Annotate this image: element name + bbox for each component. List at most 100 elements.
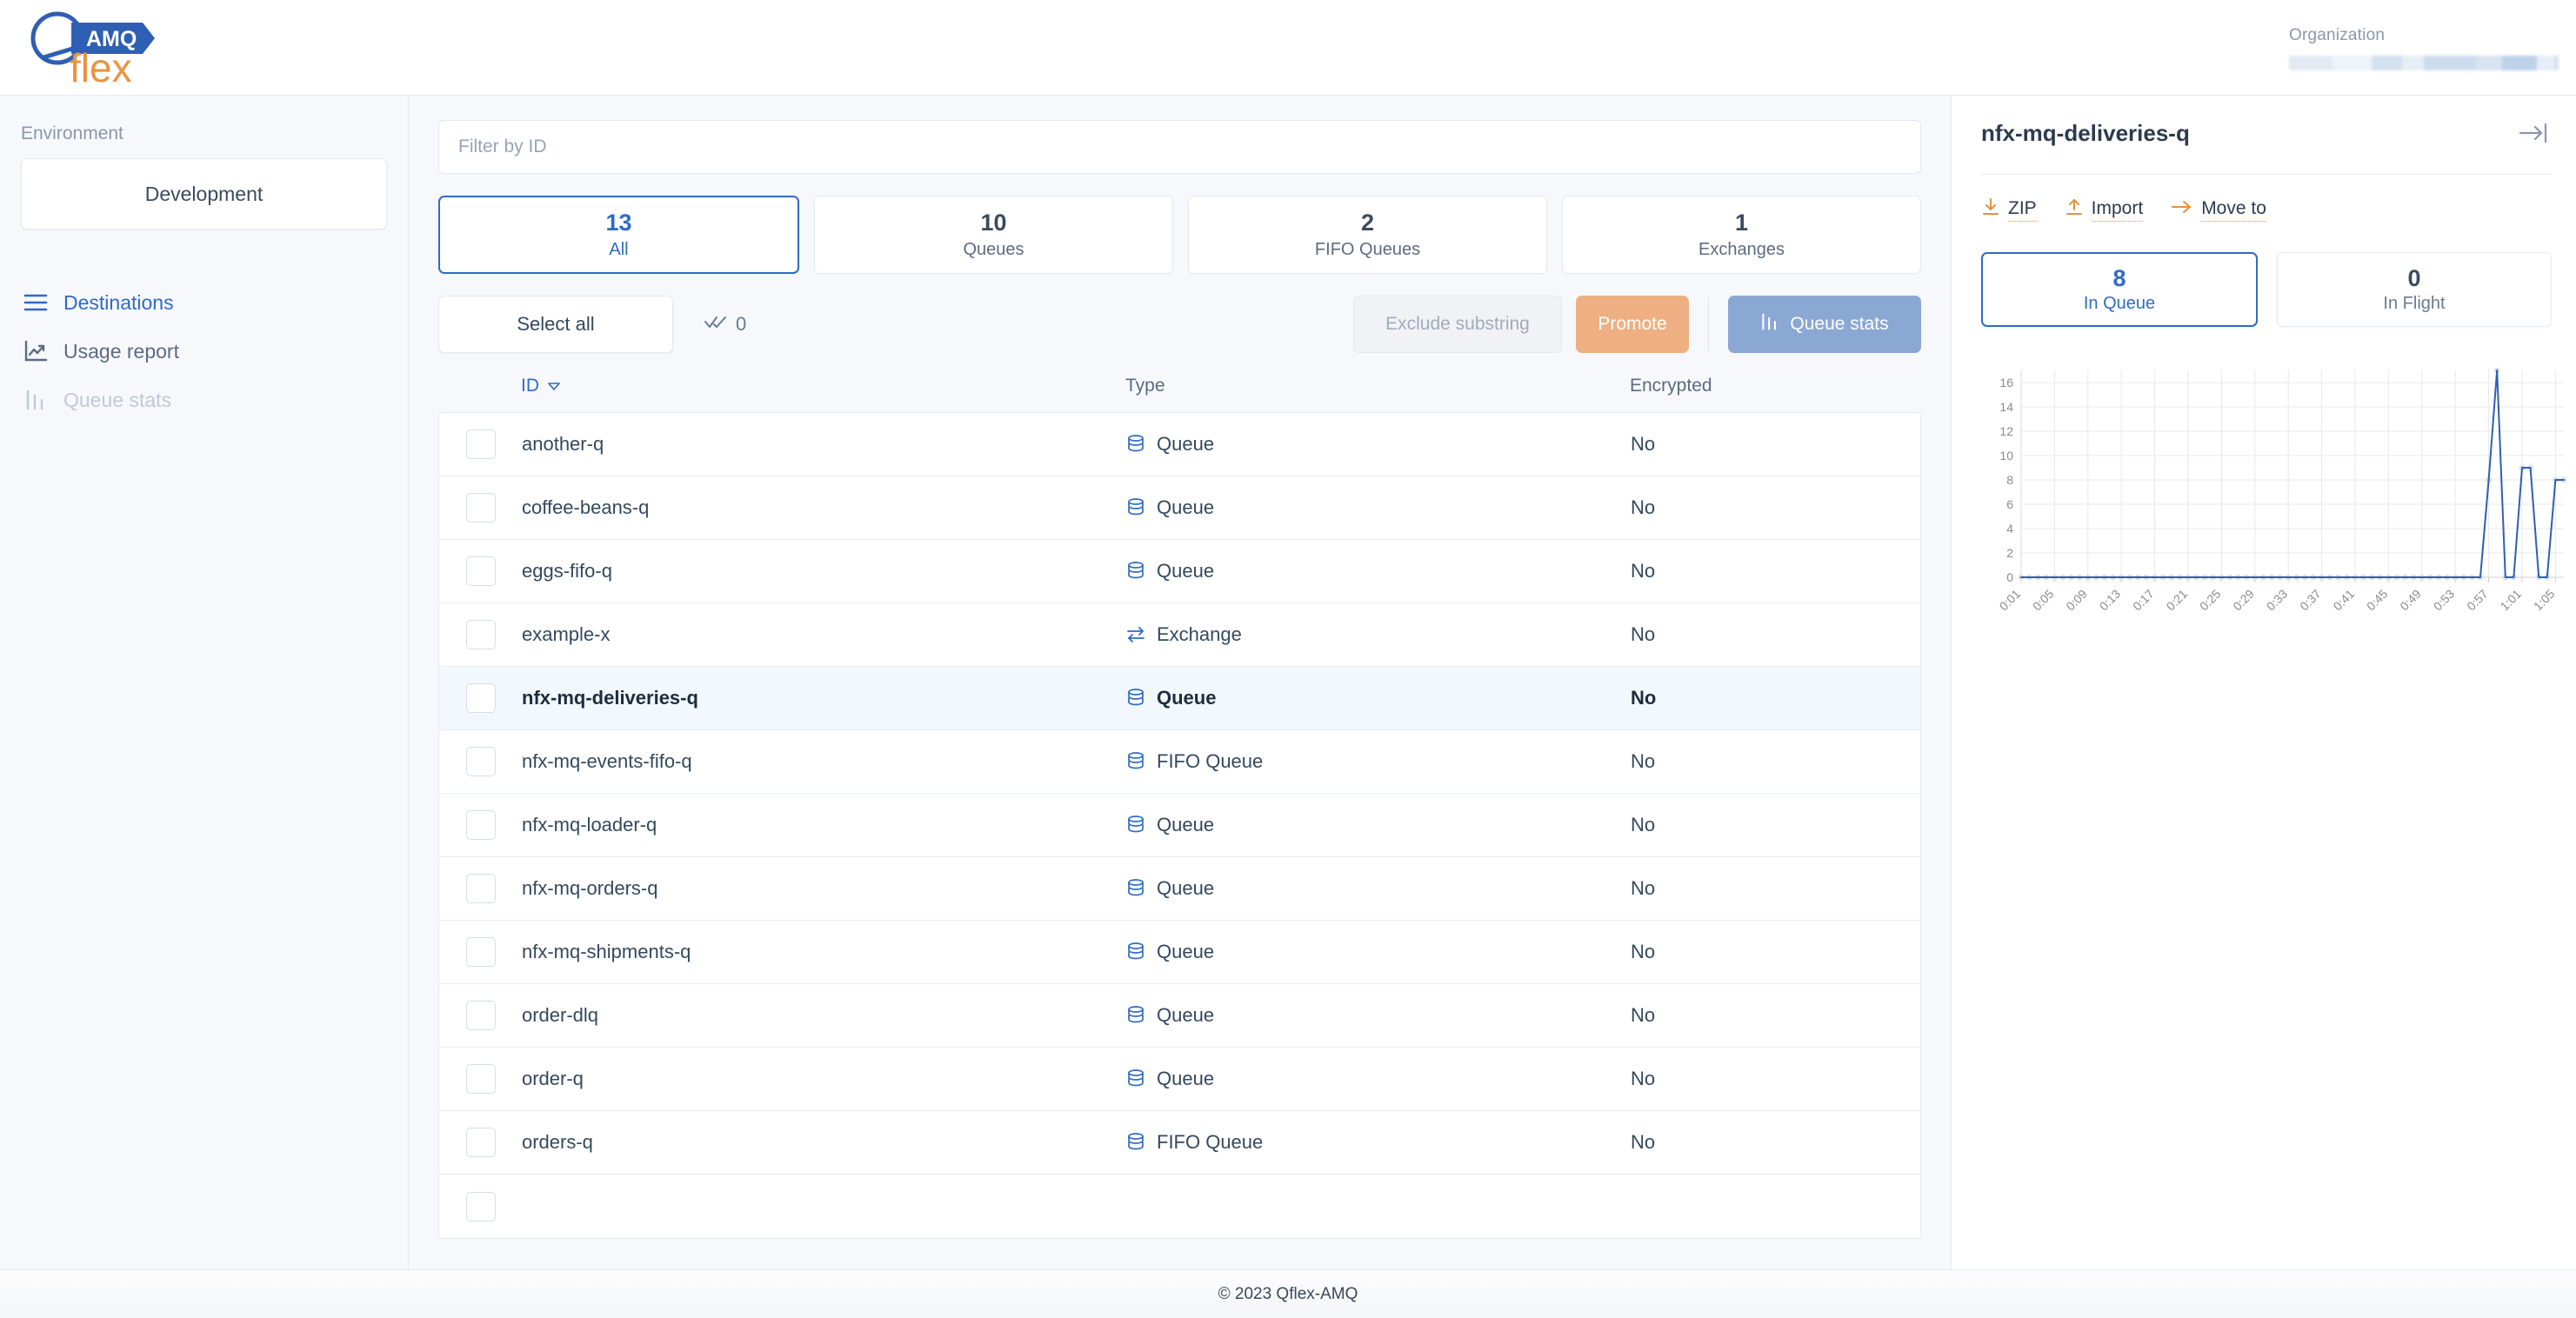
stat-cards: 13 All 10 Queues 2 FIFO Queues 1 Exchang… [438,196,1921,274]
table-row[interactable]: orders-q FIFO Queue No [439,1111,1920,1175]
queue-stats-button[interactable]: Queue stats [1728,296,1921,353]
chart-svg: 02468101214160:01 0:05 0:09 0:13 0:17 0:21 0:2… [1997,367,2567,614]
copyright-text: © 2023 Qflex-AMQ [1218,1284,1358,1303]
cell-type: Queue [1126,1004,1631,1027]
sidebar-item-usage-report[interactable]: Usage report [0,327,408,376]
database-stack-icon [1126,942,1145,962]
in-flight-label: In Flight [2383,294,2446,313]
stat-card-value: 10 [980,210,1007,236]
cell-type: Queue [1126,496,1631,519]
table-row[interactable]: order-dlq Queue No [439,984,1920,1048]
cell-type-label: Exchange [1157,623,1242,645]
environment-select[interactable]: Development [21,158,387,230]
row-checkbox[interactable] [465,556,496,586]
row-checkbox[interactable] [465,493,496,523]
table-row[interactable]: nfx-mq-deliveries-q Queue No [439,667,1920,730]
row-checkbox[interactable] [465,1064,496,1094]
organization-value-redacted[interactable] [2289,56,2559,70]
cell-type-label: Queue [1157,496,1215,518]
column-header-type[interactable]: Type [1125,376,1630,396]
stat-card-label: All [609,239,629,259]
in-queue-line-chart: 0 2 4 6 8 10 12 14 16 0:01 0:05 0:09 0:13 0:17 0:21 0:2… [1981,360,2573,638]
zip-action-button[interactable]: ZIP [1981,197,2037,222]
svg-text:0:45: 0:45 [2364,587,2391,614]
stat-card-queues[interactable]: 10 Queues [814,196,1173,274]
column-header-id[interactable]: ID [438,376,1125,396]
database-stack-icon [1126,1068,1145,1089]
stat-card-fifo-queues[interactable]: 2 FIFO Queues [1188,196,1547,274]
brand-logo[interactable]: AMQ flex [0,0,226,91]
toolbar-divider [1708,297,1709,351]
row-checkbox[interactable] [465,810,496,840]
svg-text:flex: flex [70,45,132,90]
table-row[interactable]: example-x Exchange No [439,603,1920,667]
cell-type-label: Queue [1157,877,1215,899]
exclude-substring-button[interactable]: Exclude substring [1353,296,1562,353]
cell-encrypted: No [1631,941,1656,962]
column-header-id-label: ID [521,376,539,396]
column-header-encrypted[interactable]: Encrypted [1630,376,1891,396]
select-all-button[interactable]: Select all [438,296,673,353]
row-checkbox[interactable] [465,937,496,967]
stat-card-all[interactable]: 13 All [438,196,799,274]
table-row[interactable]: eggs-fifo-q Queue No [439,540,1920,603]
row-checkbox-cell [439,1064,522,1094]
stat-card-value: 1 [1734,210,1749,236]
database-stack-icon [1126,815,1145,835]
row-checkbox-cell [439,556,522,586]
row-checkbox-cell [439,493,522,523]
body-row: Environment Development Destinations Usa… [0,96,2576,1269]
row-checkbox[interactable] [465,874,496,903]
table-row[interactable]: order-q Queue No [439,1048,1920,1111]
in-flight-card[interactable]: 0 In Flight [2277,252,2552,327]
sidebar-nav: Destinations Usage report Queue stats [0,278,408,424]
row-checkbox[interactable] [465,1001,496,1030]
app-root: AMQ flex Organization Environment Develo… [0,0,2576,1318]
table-row[interactable]: another-q Queue No [439,413,1920,476]
table-row-partial[interactable] [439,1175,1920,1238]
cell-type: Queue [1126,687,1631,709]
in-flight-value: 0 [2407,265,2421,291]
import-action-button[interactable]: Import [2065,197,2144,222]
table-row[interactable]: nfx-mq-shipments-q Queue No [439,921,1920,984]
table-row[interactable]: nfx-mq-events-fifo-q FIFO Queue No [439,730,1920,794]
cell-type-label: Queue [1157,1004,1215,1026]
svg-text:2: 2 [2006,546,2013,560]
row-checkbox[interactable] [465,1191,496,1221]
trend-chart-icon [23,338,49,364]
filter-by-id-input[interactable] [438,120,1921,174]
detail-panel: nfx-mq-deliveries-q ZIP Import Move to 8… [1952,96,2576,1269]
cell-type-label: Queue [1157,433,1215,455]
collapse-right-icon[interactable] [2515,120,2552,150]
promote-button[interactable]: Promote [1576,296,1689,353]
cell-type-label: FIFO Queue [1157,750,1264,772]
sidebar-item-label: Queue stats [63,388,172,411]
table-row[interactable]: nfx-mq-loader-q Queue No [439,794,1920,857]
cell-encrypted: No [1631,623,1656,645]
cell-id: nfx-mq-deliveries-q [522,687,698,709]
cell-id: order-q [522,1068,584,1089]
sidebar-item-destinations[interactable]: Destinations [0,278,408,327]
database-stack-icon [1126,434,1145,455]
in-queue-value: 8 [2112,265,2126,291]
move-to-action-button[interactable]: Move to [2171,198,2266,222]
cell-type: Queue [1126,433,1631,456]
row-checkbox[interactable] [465,683,496,713]
cell-type: Queue [1126,877,1631,900]
cell-id: nfx-mq-shipments-q [522,941,691,962]
in-queue-card[interactable]: 8 In Queue [1981,252,2258,327]
svg-text:0:29: 0:29 [2230,587,2257,614]
row-checkbox[interactable] [465,1128,496,1157]
arrow-right-icon [2171,198,2193,221]
stat-card-exchanges[interactable]: 1 Exchanges [1562,196,1921,274]
row-checkbox[interactable] [465,747,496,776]
environment-label: Environment [21,123,123,143]
row-checkbox[interactable] [465,620,496,649]
table-body: another-q Queue No coffee-beans-q Queue … [438,412,1921,1239]
cell-type: FIFO Queue [1126,1131,1631,1154]
svg-text:0:25: 0:25 [2197,587,2224,614]
row-checkbox[interactable] [465,429,496,459]
table-row[interactable]: coffee-beans-q Queue No [439,476,1920,540]
bar-chart-icon [23,387,49,413]
table-row[interactable]: nfx-mq-orders-q Queue No [439,857,1920,921]
